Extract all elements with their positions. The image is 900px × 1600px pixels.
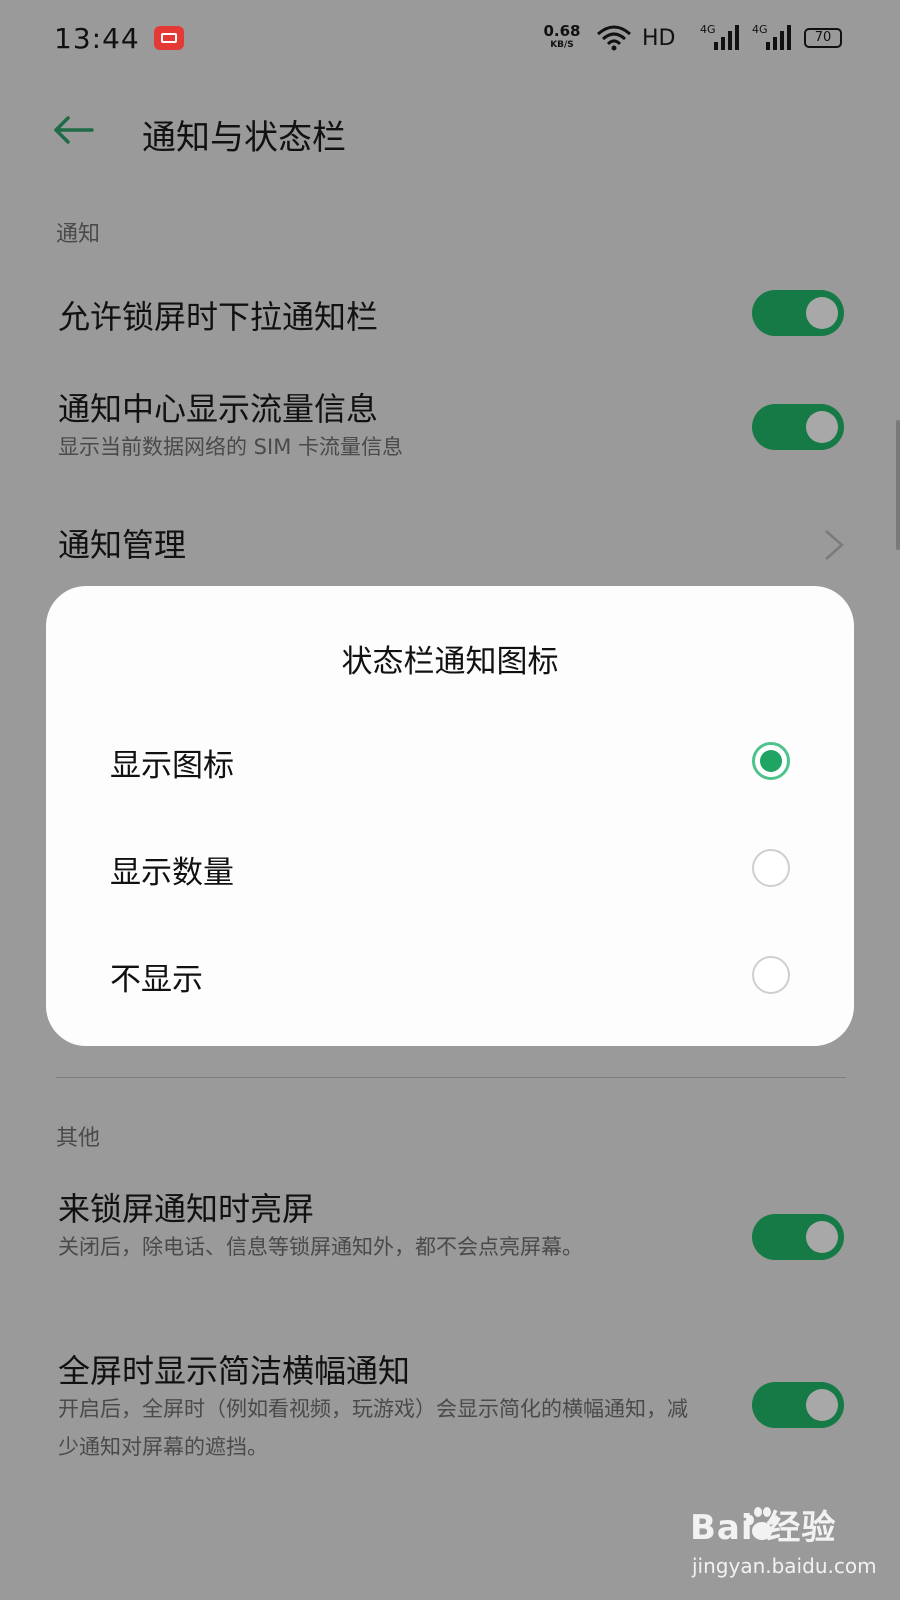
status-bar: 13:44 0.68 KB/S HD 4G 4G 70: [0, 0, 900, 80]
toggle-knob: [806, 411, 838, 443]
setting-title: 通知管理: [58, 526, 187, 564]
option-hide[interactable]: 不显示: [46, 924, 854, 1024]
radio-dot: [760, 750, 782, 772]
scrollbar[interactable]: [896, 420, 900, 550]
option-show-count[interactable]: 显示数量: [46, 817, 854, 917]
toggle-switch[interactable]: [752, 1214, 844, 1260]
setting-row-wake-on-notification[interactable]: 来锁屏通知时亮屏 关闭后，除电话、信息等锁屏通知外，都不会点亮屏幕。: [0, 1184, 900, 1304]
radio-selected[interactable]: [752, 742, 790, 780]
cell-signal-icon: 4G: [700, 23, 739, 50]
setting-title: 来锁屏通知时亮屏: [58, 1190, 315, 1228]
section-divider: [56, 1077, 846, 1078]
setting-subtitle: 开启后，全屏时（例如看视频，玩游戏）会显示简化的横幅通知，减少通知对屏幕的遮挡。: [58, 1397, 688, 1459]
wifi-icon: [597, 25, 631, 51]
radio-unselected[interactable]: [752, 956, 790, 994]
signal-type-label: 4G: [700, 23, 716, 36]
toggle-knob: [806, 1221, 838, 1253]
section-label-notification: 通知: [56, 222, 101, 247]
network-speed-value: 0.68: [543, 22, 581, 40]
network-speed: 0.68 KB/S: [540, 24, 584, 52]
arrow-left-icon[interactable]: [50, 114, 96, 146]
option-label: 显示图标: [110, 748, 234, 784]
toggle-switch[interactable]: [752, 1382, 844, 1428]
setting-subtitle: 显示当前数据网络的 SIM 卡流量信息: [58, 435, 403, 459]
setting-title: 全屏时显示简洁横幅通知: [58, 1352, 411, 1390]
watermark-url: jingyan.baidu.com: [692, 1554, 877, 1578]
toggle-switch[interactable]: [752, 290, 844, 336]
cell-signal-icon: 4G: [752, 23, 791, 50]
signal-type-label: 4G: [752, 23, 768, 36]
option-show-icon[interactable]: 显示图标: [46, 710, 854, 810]
setting-row-notification-management[interactable]: 通知管理: [0, 516, 900, 576]
network-speed-unit: KB/S: [550, 40, 574, 50]
setting-row-traffic-info[interactable]: 通知中心显示流量信息 显示当前数据网络的 SIM 卡流量信息: [0, 384, 900, 480]
watermark: Bai 经验 jingyan.baidu.com: [690, 1500, 890, 1590]
paw-icon: [746, 1507, 779, 1540]
toggle-knob: [806, 297, 838, 329]
clock: 13:44: [54, 22, 140, 55]
setting-title: 通知中心显示流量信息: [58, 390, 379, 428]
toggle-switch[interactable]: [752, 404, 844, 450]
setting-title: 允许锁屏时下拉通知栏: [58, 298, 379, 336]
app-header: 通知与状态栏: [0, 90, 900, 170]
option-label: 显示数量: [110, 855, 234, 891]
chevron-right-icon: [825, 530, 844, 560]
setting-subtitle: 关闭后，除电话、信息等锁屏通知外，都不会点亮屏幕。: [58, 1235, 583, 1259]
screen-record-icon: [154, 26, 184, 50]
battery-icon: 70: [804, 28, 842, 48]
radio-unselected[interactable]: [752, 849, 790, 887]
toggle-knob: [806, 1389, 838, 1421]
section-label-other: 其他: [56, 1126, 101, 1151]
page-title: 通知与状态栏: [142, 118, 346, 158]
status-bar-icon-dialog: 状态栏通知图标 显示图标 显示数量 不显示: [46, 586, 854, 1046]
setting-row-lockscreen-pulldown[interactable]: 允许锁屏时下拉通知栏: [0, 280, 900, 360]
option-label: 不显示: [110, 962, 203, 998]
dialog-title: 状态栏通知图标: [341, 644, 559, 680]
hd-indicator: HD: [642, 26, 676, 51]
setting-row-fullscreen-banner[interactable]: 全屏时显示简洁横幅通知 开启后，全屏时（例如看视频，玩游戏）会显示简化的横幅通知…: [0, 1346, 900, 1466]
